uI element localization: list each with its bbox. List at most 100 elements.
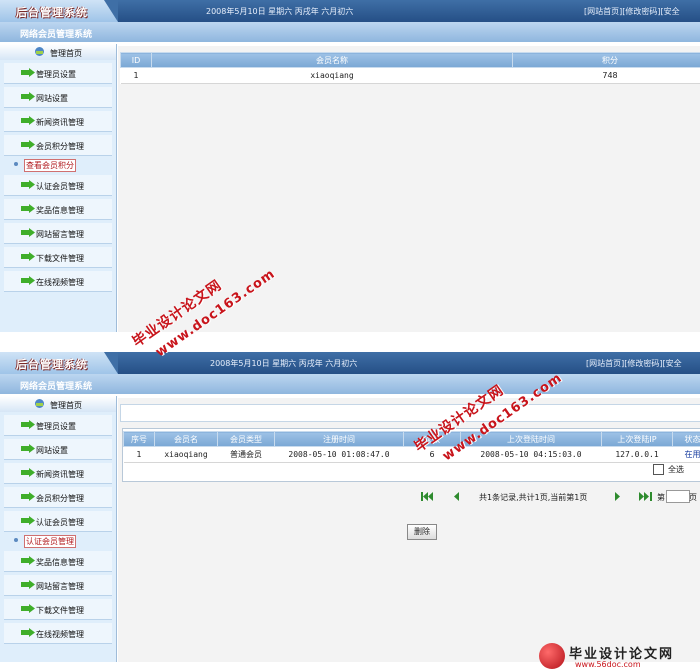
- sidebar-subitem-view-points[interactable]: 查看会员积分: [4, 158, 112, 172]
- green-arrow-icon: [21, 468, 35, 477]
- green-arrow-icon: [21, 580, 35, 589]
- table-cell: xiaoqiang: [154, 446, 218, 463]
- link-site-home[interactable]: [网站首页]: [584, 7, 622, 16]
- top-links: [网站首页][修改密码][安全: [586, 358, 682, 369]
- green-arrow-icon: [21, 92, 35, 101]
- table-cell: 1: [123, 446, 155, 463]
- date-text: 2008年5月10日 星期六 丙戌年 六月初六: [210, 359, 358, 368]
- column-header[interactable]: 注册时间: [274, 431, 404, 447]
- table-cell: 2008-05-10 01:08:47.0: [274, 446, 404, 463]
- page-suffix: 页: [689, 493, 697, 502]
- screenshot-panel-points: 后台管理系统 2008年5月10日 星期六 丙戌年 六月初六 [网站首页][修改…: [0, 0, 700, 332]
- sidebar-item-videos[interactable]: 在线视频管理: [4, 271, 112, 292]
- status-link[interactable]: 在用: [672, 446, 700, 463]
- link-change-password[interactable]: [修改密码]: [622, 7, 660, 16]
- sidebar-item-news[interactable]: 新闻资讯管理: [4, 463, 112, 484]
- sidebar-item-site-settings[interactable]: 网站设置: [4, 439, 112, 460]
- content-area: 序号 会员名 会员类型 注册时间 次数 上次登陆时间 上次登陆IP 状态 1 x…: [118, 398, 700, 662]
- sidebar-item-site-settings[interactable]: 网站设置: [4, 87, 112, 108]
- column-header[interactable]: 会员名: [154, 431, 218, 447]
- green-arrow-icon: [21, 604, 35, 613]
- sidebar-item-messages[interactable]: 网站留言管理: [4, 575, 112, 596]
- select-all-checkbox[interactable]: [653, 464, 664, 475]
- system-title: 网络会员管理系统: [20, 382, 93, 392]
- logo: 后台管理系统: [0, 352, 118, 374]
- column-header[interactable]: 会员名称: [151, 52, 513, 68]
- table-cell: 1: [120, 67, 152, 84]
- sidebar-item-prizes[interactable]: 奖品信息管理: [4, 551, 112, 572]
- table-cell: 748: [512, 67, 700, 84]
- member-table-box: 序号 会员名 会员类型 注册时间 次数 上次登陆时间 上次登陆IP 状态 1 x…: [122, 428, 700, 482]
- sidebar-item-points[interactable]: 会员积分管理: [4, 135, 112, 156]
- sidebar-subitem-certified-management[interactable]: 认证会员管理: [4, 534, 112, 548]
- sidebar-item-news[interactable]: 新闻资讯管理: [4, 111, 112, 132]
- logo-ball-icon: [539, 643, 565, 669]
- top-bar: 后台管理系统 2008年5月10日 星期六 丙戌年 六月初六 [网站首页][修改…: [0, 352, 700, 374]
- sidebar-item-admin-settings[interactable]: 管理员设置: [4, 415, 112, 436]
- column-header[interactable]: 会员类型: [217, 431, 275, 447]
- table-cell: 普通会员: [217, 446, 275, 463]
- column-header[interactable]: 上次登陆IP: [601, 431, 673, 447]
- next-page-icon[interactable]: [611, 492, 623, 501]
- sidebar-home[interactable]: 管理首页: [0, 44, 116, 60]
- green-arrow-icon: [21, 180, 35, 189]
- top-bar: 后台管理系统 2008年5月10日 星期六 丙戌年 六月初六 [网站首页][修改…: [0, 0, 700, 22]
- green-arrow-icon: [21, 628, 35, 637]
- green-arrow-icon: [21, 556, 35, 565]
- green-arrow-icon: [21, 68, 35, 77]
- select-all[interactable]: 全选: [653, 464, 684, 475]
- home-icon: [35, 47, 44, 56]
- link-security[interactable]: [安全: [663, 359, 682, 368]
- sidebar-item-videos[interactable]: 在线视频管理: [4, 623, 112, 644]
- sidebar-home[interactable]: 管理首页: [0, 396, 116, 412]
- footer-logo: 毕业设计论文网 www.56doc.com: [535, 640, 700, 672]
- prev-page-icon[interactable]: [451, 492, 463, 501]
- table-cell: 2008-05-10 04:15:03.0: [460, 446, 602, 463]
- sidebar-item-certified-members[interactable]: 认证会员管理: [4, 175, 112, 196]
- page-prefix: 第: [657, 493, 665, 502]
- table-header-row: ID 会员名称 积分: [120, 52, 700, 68]
- sidebar-item-points[interactable]: 会员积分管理: [4, 487, 112, 508]
- sidebar-item-certified-members[interactable]: 认证会员管理: [4, 511, 112, 532]
- green-arrow-icon: [21, 252, 35, 261]
- pager-info: 共1条记录,共计1页,当前第1页: [479, 493, 588, 502]
- system-title: 网络会员管理系统: [20, 30, 93, 40]
- link-security[interactable]: [安全: [661, 7, 680, 16]
- table-cell: xiaoqiang: [151, 67, 513, 84]
- sidebar-item-downloads[interactable]: 下载文件管理: [4, 599, 112, 620]
- date-text: 2008年5月10日 星期六 丙戌年 六月初六: [206, 7, 354, 16]
- screenshot-panel-members: 后台管理系统 2008年5月10日 星期六 丙戌年 六月初六 [网站首页][修改…: [0, 352, 700, 662]
- sidebar: 管理首页 管理员设置 网站设置 新闻资讯管理 会员积分管理 查看会员积分 认证会…: [0, 44, 117, 332]
- green-arrow-icon: [21, 444, 35, 453]
- sidebar-item-messages[interactable]: 网站留言管理: [4, 223, 112, 244]
- green-arrow-icon: [21, 420, 35, 429]
- points-table: ID 会员名称 积分 1 xiaoqiang 748: [120, 52, 700, 84]
- search-bar[interactable]: [120, 404, 700, 422]
- table-cell: 127.0.0.1: [601, 446, 673, 463]
- green-arrow-icon: [21, 492, 35, 501]
- sidebar-item-admin-settings[interactable]: 管理员设置: [4, 63, 112, 84]
- green-arrow-icon: [21, 276, 35, 285]
- column-header[interactable]: 序号: [123, 431, 155, 447]
- green-arrow-icon: [21, 516, 35, 525]
- delete-button[interactable]: 删除: [407, 524, 437, 540]
- table-row[interactable]: 1 xiaoqiang 748: [120, 67, 700, 84]
- member-table: 序号 会员名 会员类型 注册时间 次数 上次登陆时间 上次登陆IP 状态 1 x…: [123, 431, 700, 463]
- link-site-home[interactable]: [网站首页]: [586, 359, 624, 368]
- top-links: [网站首页][修改密码][安全: [584, 6, 680, 17]
- first-page-icon[interactable]: [421, 492, 433, 501]
- green-arrow-icon: [21, 228, 35, 237]
- column-header[interactable]: 积分: [512, 52, 700, 68]
- table-row[interactable]: 1 xiaoqiang 普通会员 2008-05-10 01:08:47.0 6…: [123, 446, 700, 463]
- home-icon: [35, 399, 44, 408]
- link-change-password[interactable]: [修改密码]: [624, 359, 662, 368]
- page-number-input[interactable]: [666, 490, 690, 503]
- column-header[interactable]: 状态: [672, 431, 700, 447]
- sidebar-item-prizes[interactable]: 奖品信息管理: [4, 199, 112, 220]
- column-header[interactable]: ID: [120, 52, 152, 68]
- sidebar: 管理首页 管理员设置 网站设置 新闻资讯管理 会员积分管理 认证会员管理 认证会…: [0, 396, 117, 662]
- bullet-icon: [14, 162, 18, 166]
- system-title-bar: 网络会员管理系统: [0, 22, 700, 42]
- last-page-icon[interactable]: [639, 492, 652, 501]
- sidebar-item-downloads[interactable]: 下载文件管理: [4, 247, 112, 268]
